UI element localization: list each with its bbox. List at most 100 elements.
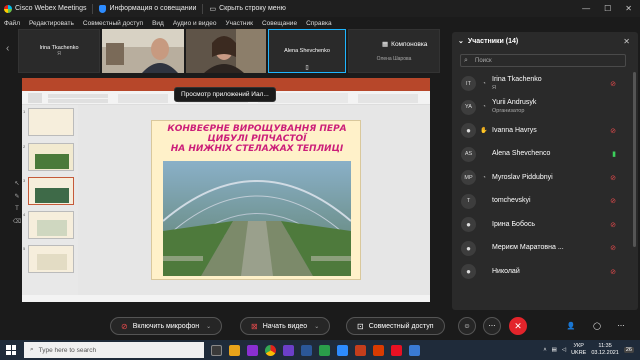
notifications-badge[interactable]: 26 bbox=[623, 347, 634, 353]
app-view-tooltip: Просмотр приложений Иал... bbox=[174, 87, 276, 102]
slide-thumbnails: 1 2 3 4 5 bbox=[22, 105, 78, 295]
thumbnail-video-1[interactable] bbox=[102, 29, 184, 73]
slide-thumb-5[interactable] bbox=[28, 245, 74, 273]
powerpoint-icon[interactable] bbox=[355, 344, 366, 356]
mic-muted-icon[interactable]: ⊘ bbox=[610, 268, 616, 276]
participant-row[interactable]: ● Ірина Бобось ⊘ bbox=[452, 213, 630, 237]
participant-row[interactable]: AS Alena Shevchenco ▮ bbox=[452, 143, 630, 167]
word-icon[interactable] bbox=[301, 344, 312, 356]
webex-taskbar-icon[interactable] bbox=[319, 344, 330, 356]
chevron-up-icon[interactable]: ˄ bbox=[543, 347, 546, 353]
search-icon: ⌕ bbox=[30, 346, 34, 353]
windows-taskbar: ⌕ Type here to search ˄ ▤ ◁ УКР UKRE 11:… bbox=[0, 340, 640, 360]
mic-muted-icon[interactable]: ⊘ bbox=[610, 197, 616, 205]
slide-thumb-3[interactable] bbox=[28, 177, 74, 205]
mic-muted-icon[interactable]: ⊘ bbox=[610, 174, 616, 182]
chevron-down-icon[interactable]: ⌄ bbox=[206, 323, 211, 330]
menu-meeting[interactable]: Совещание bbox=[262, 20, 297, 27]
eraser-icon[interactable]: ⌫ bbox=[13, 218, 21, 225]
app-icon[interactable] bbox=[409, 344, 420, 356]
app-title-text: Cisco Webex Meetings bbox=[15, 5, 87, 12]
windows-start-icon[interactable] bbox=[6, 345, 16, 355]
hide-menu-icon: ▭ bbox=[209, 5, 217, 13]
layout-button[interactable]: ▦ Компоновка bbox=[378, 38, 432, 50]
file-explorer-icon[interactable] bbox=[229, 344, 240, 356]
minimize-icon[interactable]: — bbox=[582, 4, 590, 13]
mic-on-icon[interactable]: ▮ bbox=[612, 150, 616, 158]
pen-icon[interactable]: ✎ bbox=[14, 193, 19, 200]
thumbnail-irina[interactable]: Irina Tkachenko Я bbox=[18, 29, 100, 73]
thumbnail-video-2[interactable] bbox=[186, 29, 266, 73]
menu-share[interactable]: Совместный доступ bbox=[83, 20, 143, 27]
network-icon[interactable]: ▤ bbox=[552, 347, 557, 353]
text-icon[interactable]: T bbox=[15, 206, 19, 212]
greenhouse-photo bbox=[163, 161, 351, 276]
collapse-chevron-icon[interactable]: ⌄ bbox=[458, 37, 464, 45]
mic-muted-icon[interactable]: ⊘ bbox=[610, 221, 616, 229]
close-panel-icon[interactable]: ✕ bbox=[623, 37, 630, 46]
chevron-down-icon[interactable]: ⌄ bbox=[314, 323, 319, 330]
slide-thumb-2[interactable] bbox=[28, 143, 74, 171]
app-icon[interactable] bbox=[373, 344, 384, 356]
chrome-icon[interactable] bbox=[265, 344, 276, 356]
unmute-button[interactable]: ⊘ Включить микрофон ⌄ bbox=[110, 317, 223, 335]
chat-button[interactable]: ◯ bbox=[588, 317, 606, 335]
screen-icon: ▯ bbox=[305, 65, 309, 71]
reactions-button[interactable]: ☺ bbox=[458, 317, 476, 335]
start-video-button[interactable]: ⊠ Начать видео ⌄ bbox=[240, 317, 331, 335]
participants-title: Участники (14) bbox=[467, 37, 519, 45]
participants-button[interactable]: 👤 bbox=[562, 317, 580, 335]
share-button[interactable]: ⊡ Совместный доступ bbox=[346, 317, 445, 335]
hide-menu-button[interactable]: ▭ Скрыть строку меню bbox=[209, 5, 285, 13]
participant-row[interactable]: YA ◔ Yurii Andrusyk Организатор bbox=[452, 96, 630, 120]
mic-muted-icon[interactable]: ⊘ bbox=[610, 127, 616, 135]
participant-scrollbar[interactable] bbox=[633, 72, 636, 247]
participant-row[interactable]: IT ◔ Irina Tkachenko Я ⊘ bbox=[452, 72, 630, 96]
menu-edit[interactable]: Редактировать bbox=[29, 20, 74, 27]
pointer-icon[interactable]: ↖ bbox=[14, 180, 19, 187]
video-strip: ‹ Irina Tkachenko Я Alena Shevchenko ▯ О… bbox=[0, 29, 450, 73]
menu-participant[interactable]: Участник bbox=[226, 20, 253, 27]
menu-view[interactable]: Вид bbox=[152, 20, 164, 27]
viber-icon[interactable] bbox=[283, 344, 294, 356]
chevron-left-icon[interactable]: ‹ bbox=[6, 43, 9, 54]
language-indicator[interactable]: УКР UKRE bbox=[571, 343, 586, 357]
app-icon[interactable] bbox=[247, 344, 258, 356]
chat-icon: ◯ bbox=[593, 323, 601, 330]
participant-row[interactable]: ● Николай ⊘ bbox=[452, 260, 630, 284]
more-panels-button[interactable]: ⋯ bbox=[612, 317, 630, 335]
leave-meeting-button[interactable]: ✕ bbox=[509, 317, 527, 335]
task-view-icon[interactable] bbox=[211, 344, 222, 356]
menu-file[interactable]: Файл bbox=[4, 20, 20, 27]
participant-list: IT ◔ Irina Tkachenko Я ⊘ YA ◔ Yurii Andru… bbox=[452, 72, 630, 284]
meeting-info-button[interactable]: Информация о совещании bbox=[99, 4, 196, 13]
current-slide: КОНВЕЄРНЕ ВИРОЩУВАННЯ ПЕРА ЦИБУЛІ РІПЧАС… bbox=[151, 120, 361, 280]
taskbar-search-input[interactable]: ⌕ Type here to search bbox=[24, 342, 204, 358]
menu-audio-video[interactable]: Аудио и видео bbox=[173, 20, 217, 27]
raised-hand-icon: ✋ bbox=[480, 128, 488, 135]
participant-row[interactable]: ● ✋ Ivanna Havrys ⊘ bbox=[452, 119, 630, 143]
thumbnail-alena[interactable]: Alena Shevchenko ▯ bbox=[268, 29, 346, 73]
close-icon[interactable]: ✕ bbox=[625, 4, 632, 13]
menu-help[interactable]: Справка bbox=[306, 20, 332, 27]
participant-row[interactable]: ● Мериєм Маратовна ... ⊘ bbox=[452, 237, 630, 261]
person-avatar-icon: ● bbox=[461, 217, 476, 233]
app-icon[interactable] bbox=[337, 344, 348, 356]
avatar: T bbox=[461, 193, 476, 209]
participant-video-2 bbox=[186, 29, 266, 73]
pdf-icon[interactable] bbox=[391, 344, 402, 356]
slide-thumb-1[interactable] bbox=[28, 108, 74, 136]
speaking-icon: ◔ bbox=[482, 174, 486, 181]
mic-muted-icon[interactable]: ⊘ bbox=[610, 244, 616, 252]
volume-icon[interactable]: ◁ bbox=[562, 347, 566, 353]
participant-search-input[interactable]: ⌕ Поиск bbox=[460, 54, 626, 67]
layout-icon: ▦ bbox=[382, 41, 389, 48]
participant-row[interactable]: T tomchevskyi ⊘ bbox=[452, 190, 630, 214]
maximize-icon[interactable]: ☐ bbox=[604, 4, 611, 13]
participant-row[interactable]: MP ◔ Myroslav Piddubnyi ⊘ bbox=[452, 166, 630, 190]
slide-thumb-4[interactable] bbox=[28, 211, 74, 239]
mic-muted-icon[interactable]: ⊘ bbox=[610, 80, 616, 88]
clock[interactable]: 11:35 03.12.2021 bbox=[591, 343, 619, 357]
more-options-button[interactable]: ⋯ bbox=[483, 317, 501, 335]
thumbnail-olena[interactable]: Олена Шарова bbox=[348, 29, 440, 73]
